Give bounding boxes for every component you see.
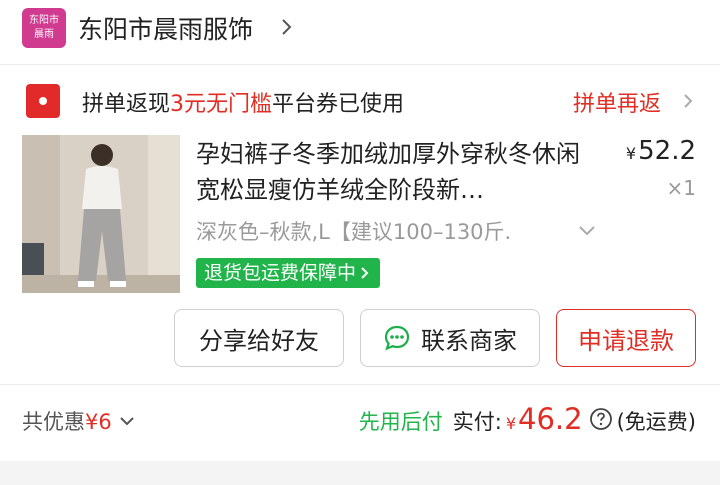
total-discount[interactable]: 共优惠¥6 [22,406,136,436]
product-title[interactable]: 孕妇裤子冬季加绒加厚外穿秋冬休闲宽松显瘦仿羊绒全阶段新… [196,136,596,208]
price-symbol: ¥ [625,144,637,163]
paid-label: 实付: [452,410,502,434]
payment-summary: 先用后付 实付: ¥ 46.2 (免运费) [359,402,696,436]
return-shipping-badge[interactable]: 退货包运费保障中 [196,258,381,288]
chevron-right-icon[interactable] [682,90,694,112]
coupon-highlight: 3元无门槛 [170,92,273,117]
discount-label: 共优惠 [22,410,85,434]
shop-name[interactable]: 东阳市晨雨服饰 [78,10,253,46]
contact-seller-label: 联系商家 [421,326,517,355]
discount-amount: ¥6 [85,410,112,434]
share-button[interactable]: 分享给好友 [174,309,344,367]
paid-symbol: ¥ [505,414,517,433]
product-spec[interactable]: 深灰色–秋款,L【建议100–130斤. [196,216,511,246]
chevron-down-icon[interactable] [577,224,597,238]
shop-logo-line1: 东阳市 [29,15,59,26]
shop-logo: 东阳市 晨雨 [22,8,66,48]
divider [0,64,720,65]
coupon-suffix: 平台券已使用 [272,92,405,117]
return-badge-label: 退货包运费保障中 [204,262,357,284]
chevron-down-icon [120,417,134,426]
contact-seller-button[interactable]: 联系商家 [360,309,540,367]
shipping-note: (免运费) [616,410,696,434]
refund-button[interactable]: 申请退款 [556,309,696,367]
chevron-right-icon [361,267,369,279]
chat-icon [384,325,410,351]
red-packet-icon [26,84,60,118]
help-icon[interactable] [589,407,613,431]
chevron-right-icon[interactable] [280,14,294,40]
coupon-prefix: 拼单返现 [82,92,171,117]
footer-spacer [0,461,720,485]
product-thumbnail[interactable] [22,135,180,293]
product-price: ¥52.2 [626,136,696,166]
coupon-status: 拼单返现3元无门槛平台券已使用 [82,86,404,118]
shop-header[interactable]: 东阳市 晨雨 东阳市晨雨服饰 [0,0,720,62]
group-rebate-link[interactable]: 拼单再返 [573,86,661,118]
price-value: 52.2 [638,136,696,166]
divider [0,384,720,385]
pay-later-label[interactable]: 先用后付 [359,406,443,436]
product-quantity: ×1 [666,176,696,200]
shop-logo-line2: 晨雨 [34,29,54,40]
paid-amount: 46.2 [518,402,583,436]
